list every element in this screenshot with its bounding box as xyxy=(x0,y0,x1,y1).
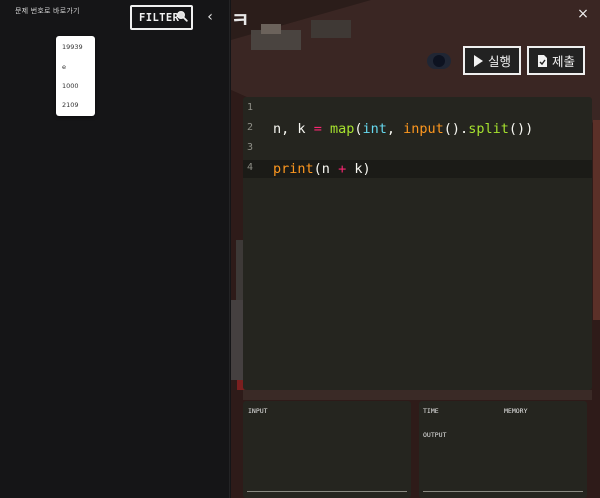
input-label: INPUT xyxy=(248,407,268,415)
line-number: 1 xyxy=(246,102,253,113)
output-divider xyxy=(423,491,583,492)
scene-sign-glyph: ㅋ xyxy=(231,8,250,32)
result-panel: TIME MEMORY OUTPUT xyxy=(419,401,587,498)
line-number: 3 xyxy=(246,142,253,153)
code-line-active: 4 print(n + k) xyxy=(243,160,592,178)
code-text: n, k = map(int, input().split()) xyxy=(273,121,534,137)
input-panel[interactable]: INPUT xyxy=(243,401,411,498)
filter-label: FILTER xyxy=(139,11,180,24)
search-icon xyxy=(176,10,188,22)
suggestion-item[interactable]: 2109 xyxy=(62,101,79,109)
submit-label: 제출 xyxy=(552,54,576,69)
code-text: print(n + k) xyxy=(273,161,371,177)
run-label: 실행 xyxy=(488,54,512,69)
code-line: 1 xyxy=(243,100,592,118)
suggestion-item[interactable]: 19939 xyxy=(62,43,83,51)
input-divider xyxy=(247,491,407,492)
filter-button[interactable]: FILTER xyxy=(130,5,193,30)
suggestion-item[interactable]: e xyxy=(62,63,66,71)
problem-sidebar: 문제 번호로 바로가기 FILTER ‹ 19939 e 1000 2109 xyxy=(0,0,230,498)
memory-label: MEMORY xyxy=(504,407,528,415)
go-to-problem-label: 문제 번호로 바로가기 xyxy=(15,7,80,15)
line-number: 2 xyxy=(246,122,253,133)
suggestion-item[interactable]: 1000 xyxy=(62,82,79,90)
code-editor[interactable]: 1 2 n, k = map(int, input().split()) 3 4… xyxy=(243,97,592,390)
moon-icon xyxy=(433,55,445,67)
run-button[interactable]: 실행 xyxy=(463,46,521,75)
close-icon[interactable]: × xyxy=(576,7,590,21)
problem-suggestion-dropdown: 19939 e 1000 2109 xyxy=(56,36,95,116)
play-icon xyxy=(474,54,483,67)
output-label: OUTPUT xyxy=(423,431,447,439)
submit-button[interactable]: 제출 xyxy=(527,46,585,75)
time-label: TIME xyxy=(423,407,439,415)
collapse-sidebar-icon[interactable]: ‹ xyxy=(203,9,217,25)
code-line: 2 n, k = map(int, input().split()) xyxy=(243,120,592,138)
line-number: 4 xyxy=(246,162,253,173)
theme-toggle[interactable] xyxy=(427,53,451,69)
coding-area: ㅋ × 실행 제출 1 2 n, k = map(int, input().sp… xyxy=(231,0,600,498)
submit-document-icon xyxy=(538,54,547,67)
code-line: 3 xyxy=(243,140,592,158)
